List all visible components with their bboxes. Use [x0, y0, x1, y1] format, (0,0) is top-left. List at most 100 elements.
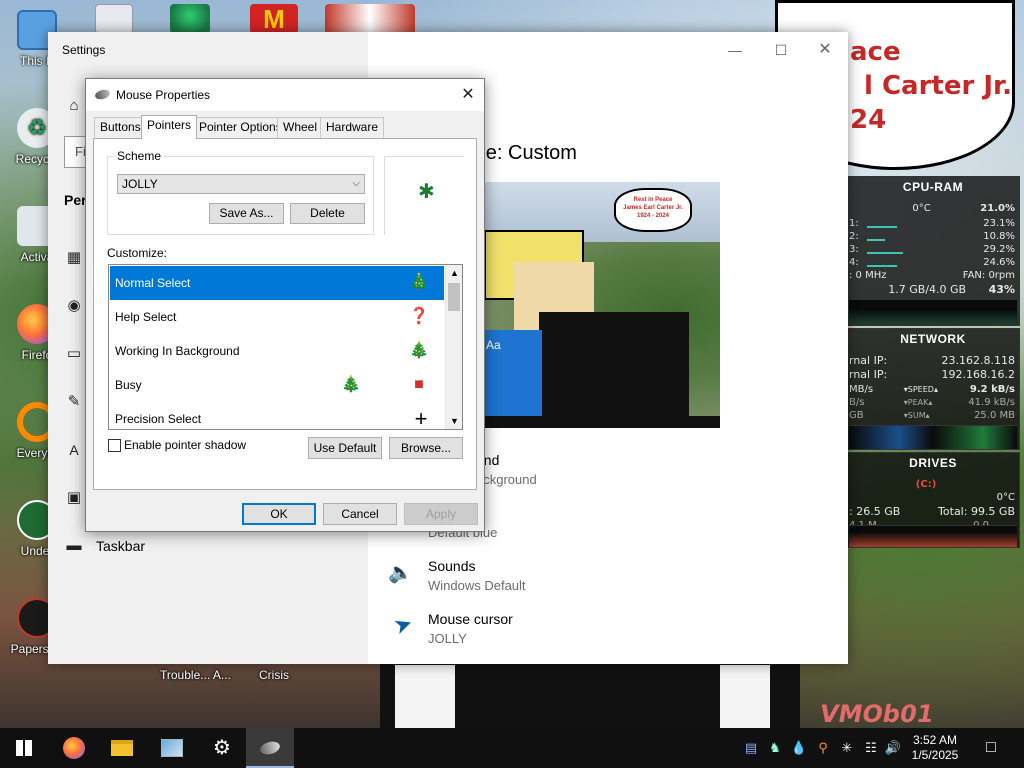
- firefox-icon: [63, 737, 85, 759]
- net-peak: 41.9 kB/s: [968, 397, 1015, 408]
- scheme-value: JOLLY: [122, 177, 158, 191]
- pointer-shadow-label[interactable]: Enable pointer shadow: [124, 438, 246, 452]
- themes-icon[interactable]: ✎: [64, 392, 84, 412]
- taskbar: ⚙ ▤ ♞ 💧 ⚲ ✳ ☷ 🔊 □: [0, 728, 1024, 768]
- section-title: Per: [64, 192, 87, 208]
- help-cursor-icon: ❓: [409, 308, 429, 325]
- core-label: 4:: [849, 257, 859, 268]
- desktop-shortcut-icon[interactable]: [170, 4, 210, 34]
- tray-app-icon[interactable]: ✳: [838, 738, 856, 758]
- ram-percent: 43%: [988, 283, 1015, 296]
- file-explorer-taskbar-button[interactable]: [98, 728, 146, 768]
- crosshair-cursor-icon: +: [414, 406, 428, 430]
- save-as-button[interactable]: Save As...: [209, 203, 284, 224]
- fonts-icon[interactable]: A: [64, 440, 84, 460]
- ram-usage: 1.7 GB/4.0 GB: [888, 283, 967, 296]
- core-label: 1:: [849, 218, 859, 229]
- tab-hardware[interactable]: Hardware: [320, 117, 385, 138]
- pointer-list[interactable]: Normal Select 🎄 Help Select ❓ Working In…: [108, 264, 463, 430]
- control-panel-taskbar-button[interactable]: [148, 728, 196, 768]
- ok-button[interactable]: OK: [242, 503, 316, 525]
- firefox-taskbar-button[interactable]: [50, 728, 98, 768]
- net-unit: GB: [849, 410, 864, 421]
- ip-value: 192.168.16.2: [941, 368, 1015, 381]
- palette-icon[interactable]: ◉: [64, 296, 84, 316]
- notification-icon[interactable]: □: [982, 738, 1000, 758]
- speaker-icon: 🔈: [388, 562, 413, 584]
- taskbar-clock[interactable]: 3:52 AM 1/5/2025: [905, 733, 965, 763]
- lock-screen-icon[interactable]: ▭: [64, 344, 84, 364]
- desktop-icon-label[interactable]: Crisis: [259, 668, 289, 682]
- scheme-dropdown[interactable]: JOLLY ⌵: [117, 174, 365, 194]
- search-everything-icon[interactable]: ⚲: [814, 738, 832, 758]
- background-option-value: ackground: [476, 472, 537, 487]
- droplet-icon[interactable]: 💧: [790, 738, 808, 758]
- delete-button[interactable]: Delete: [290, 203, 365, 224]
- picture-icon[interactable]: ▦: [64, 248, 84, 268]
- core-bar: [867, 239, 885, 241]
- preview-figure-body: [539, 312, 689, 428]
- pointer-shadow-checkbox[interactable]: [108, 439, 121, 452]
- wallpaper-speech-text: ace l Carter Jr. 24: [850, 35, 1012, 137]
- tray-app-icon[interactable]: ▤: [742, 738, 760, 758]
- apply-button[interactable]: Apply: [404, 503, 478, 525]
- net-label: ▾SUM▴: [903, 411, 930, 420]
- browse-button[interactable]: Browse...: [389, 437, 463, 459]
- scroll-thumb[interactable]: [448, 283, 460, 311]
- close-button[interactable]: ✕: [802, 36, 848, 64]
- settings-gear-icon: ⚙: [213, 737, 231, 759]
- scroll-up-icon[interactable]: ▲: [446, 265, 462, 281]
- start-icon[interactable]: ▣: [64, 488, 84, 508]
- close-icon[interactable]: ✕: [456, 83, 480, 107]
- desktop-shortcut-icon[interactable]: [95, 4, 133, 34]
- list-item[interactable]: Precision Select +: [110, 402, 444, 430]
- core-bar: [867, 265, 897, 267]
- net-label: ▾PEAK▴: [903, 398, 933, 407]
- tab-wheel[interactable]: Wheel: [277, 117, 324, 138]
- speech-line: l Carter Jr.: [864, 71, 1013, 101]
- taskbar-icon[interactable]: ▬: [64, 536, 84, 556]
- list-scrollbar[interactable]: ▲ ▼: [445, 265, 462, 429]
- home-icon[interactable]: ⌂: [64, 96, 84, 116]
- pointer-label: Help Select: [115, 310, 177, 324]
- sidebar-item-taskbar[interactable]: Taskbar: [96, 538, 145, 554]
- network-icon[interactable]: ☷: [862, 738, 880, 758]
- scroll-down-icon[interactable]: ▼: [446, 413, 462, 429]
- volume-icon[interactable]: 🔊: [884, 738, 902, 758]
- pointer-label: Working In Background: [115, 344, 240, 358]
- mouse-cursor-option-title[interactable]: Mouse cursor: [428, 611, 513, 627]
- minimize-button[interactable]: —: [712, 36, 758, 64]
- drives-gadget: DRIVES (C:) 0°C : 26.5 GB Total: 99.5 GB …: [846, 452, 1020, 548]
- preview-bubble-line: James Earl Carter Jr.: [623, 205, 683, 211]
- ram-graph: [849, 299, 1017, 323]
- list-item[interactable]: Normal Select 🎄: [110, 266, 444, 300]
- settings-taskbar-button[interactable]: ⚙: [198, 728, 246, 768]
- wallpaper-figure-detail: [720, 665, 770, 730]
- list-item[interactable]: Working In Background 🎄: [110, 334, 444, 368]
- sounds-option-title[interactable]: Sounds: [428, 558, 475, 574]
- control-panel-icon: [161, 739, 183, 757]
- tray-app-icon[interactable]: ♞: [766, 738, 784, 758]
- list-item[interactable]: Busy 🎄 ■: [110, 368, 444, 402]
- sweater-cursor-icon: ■: [414, 376, 424, 393]
- mouse-properties-taskbar-button[interactable]: [246, 728, 294, 768]
- speech-line: 24: [850, 105, 887, 135]
- tab-pointer-options[interactable]: Pointer Options: [193, 117, 288, 138]
- list-item[interactable]: Help Select ❓: [110, 300, 444, 334]
- start-button[interactable]: [0, 728, 48, 768]
- cancel-button[interactable]: Cancel: [323, 503, 397, 525]
- tab-pointers[interactable]: Pointers: [141, 115, 198, 139]
- desktop-icon-label[interactable]: Trouble... A...: [160, 668, 231, 682]
- gadget-title: CPU-RAM: [902, 180, 964, 194]
- maximize-button[interactable]: ☐: [758, 36, 804, 64]
- clock-date: 1/5/2025: [911, 748, 959, 762]
- desktop-shortcut-icon[interactable]: [325, 4, 415, 34]
- tab-buttons[interactable]: Buttons: [94, 117, 147, 138]
- pointer-label: Precision Select: [115, 412, 202, 426]
- mcdonalds-icon[interactable]: M: [250, 4, 298, 34]
- use-default-button[interactable]: Use Default: [308, 437, 382, 459]
- preview-window-tile: Aa: [484, 330, 542, 416]
- cpu-fan: FAN: 0rpm: [962, 270, 1015, 281]
- christmas-tree-cursor-icon: 🎄: [409, 342, 429, 359]
- christmas-tree-cursor-icon: 🎄: [409, 274, 429, 291]
